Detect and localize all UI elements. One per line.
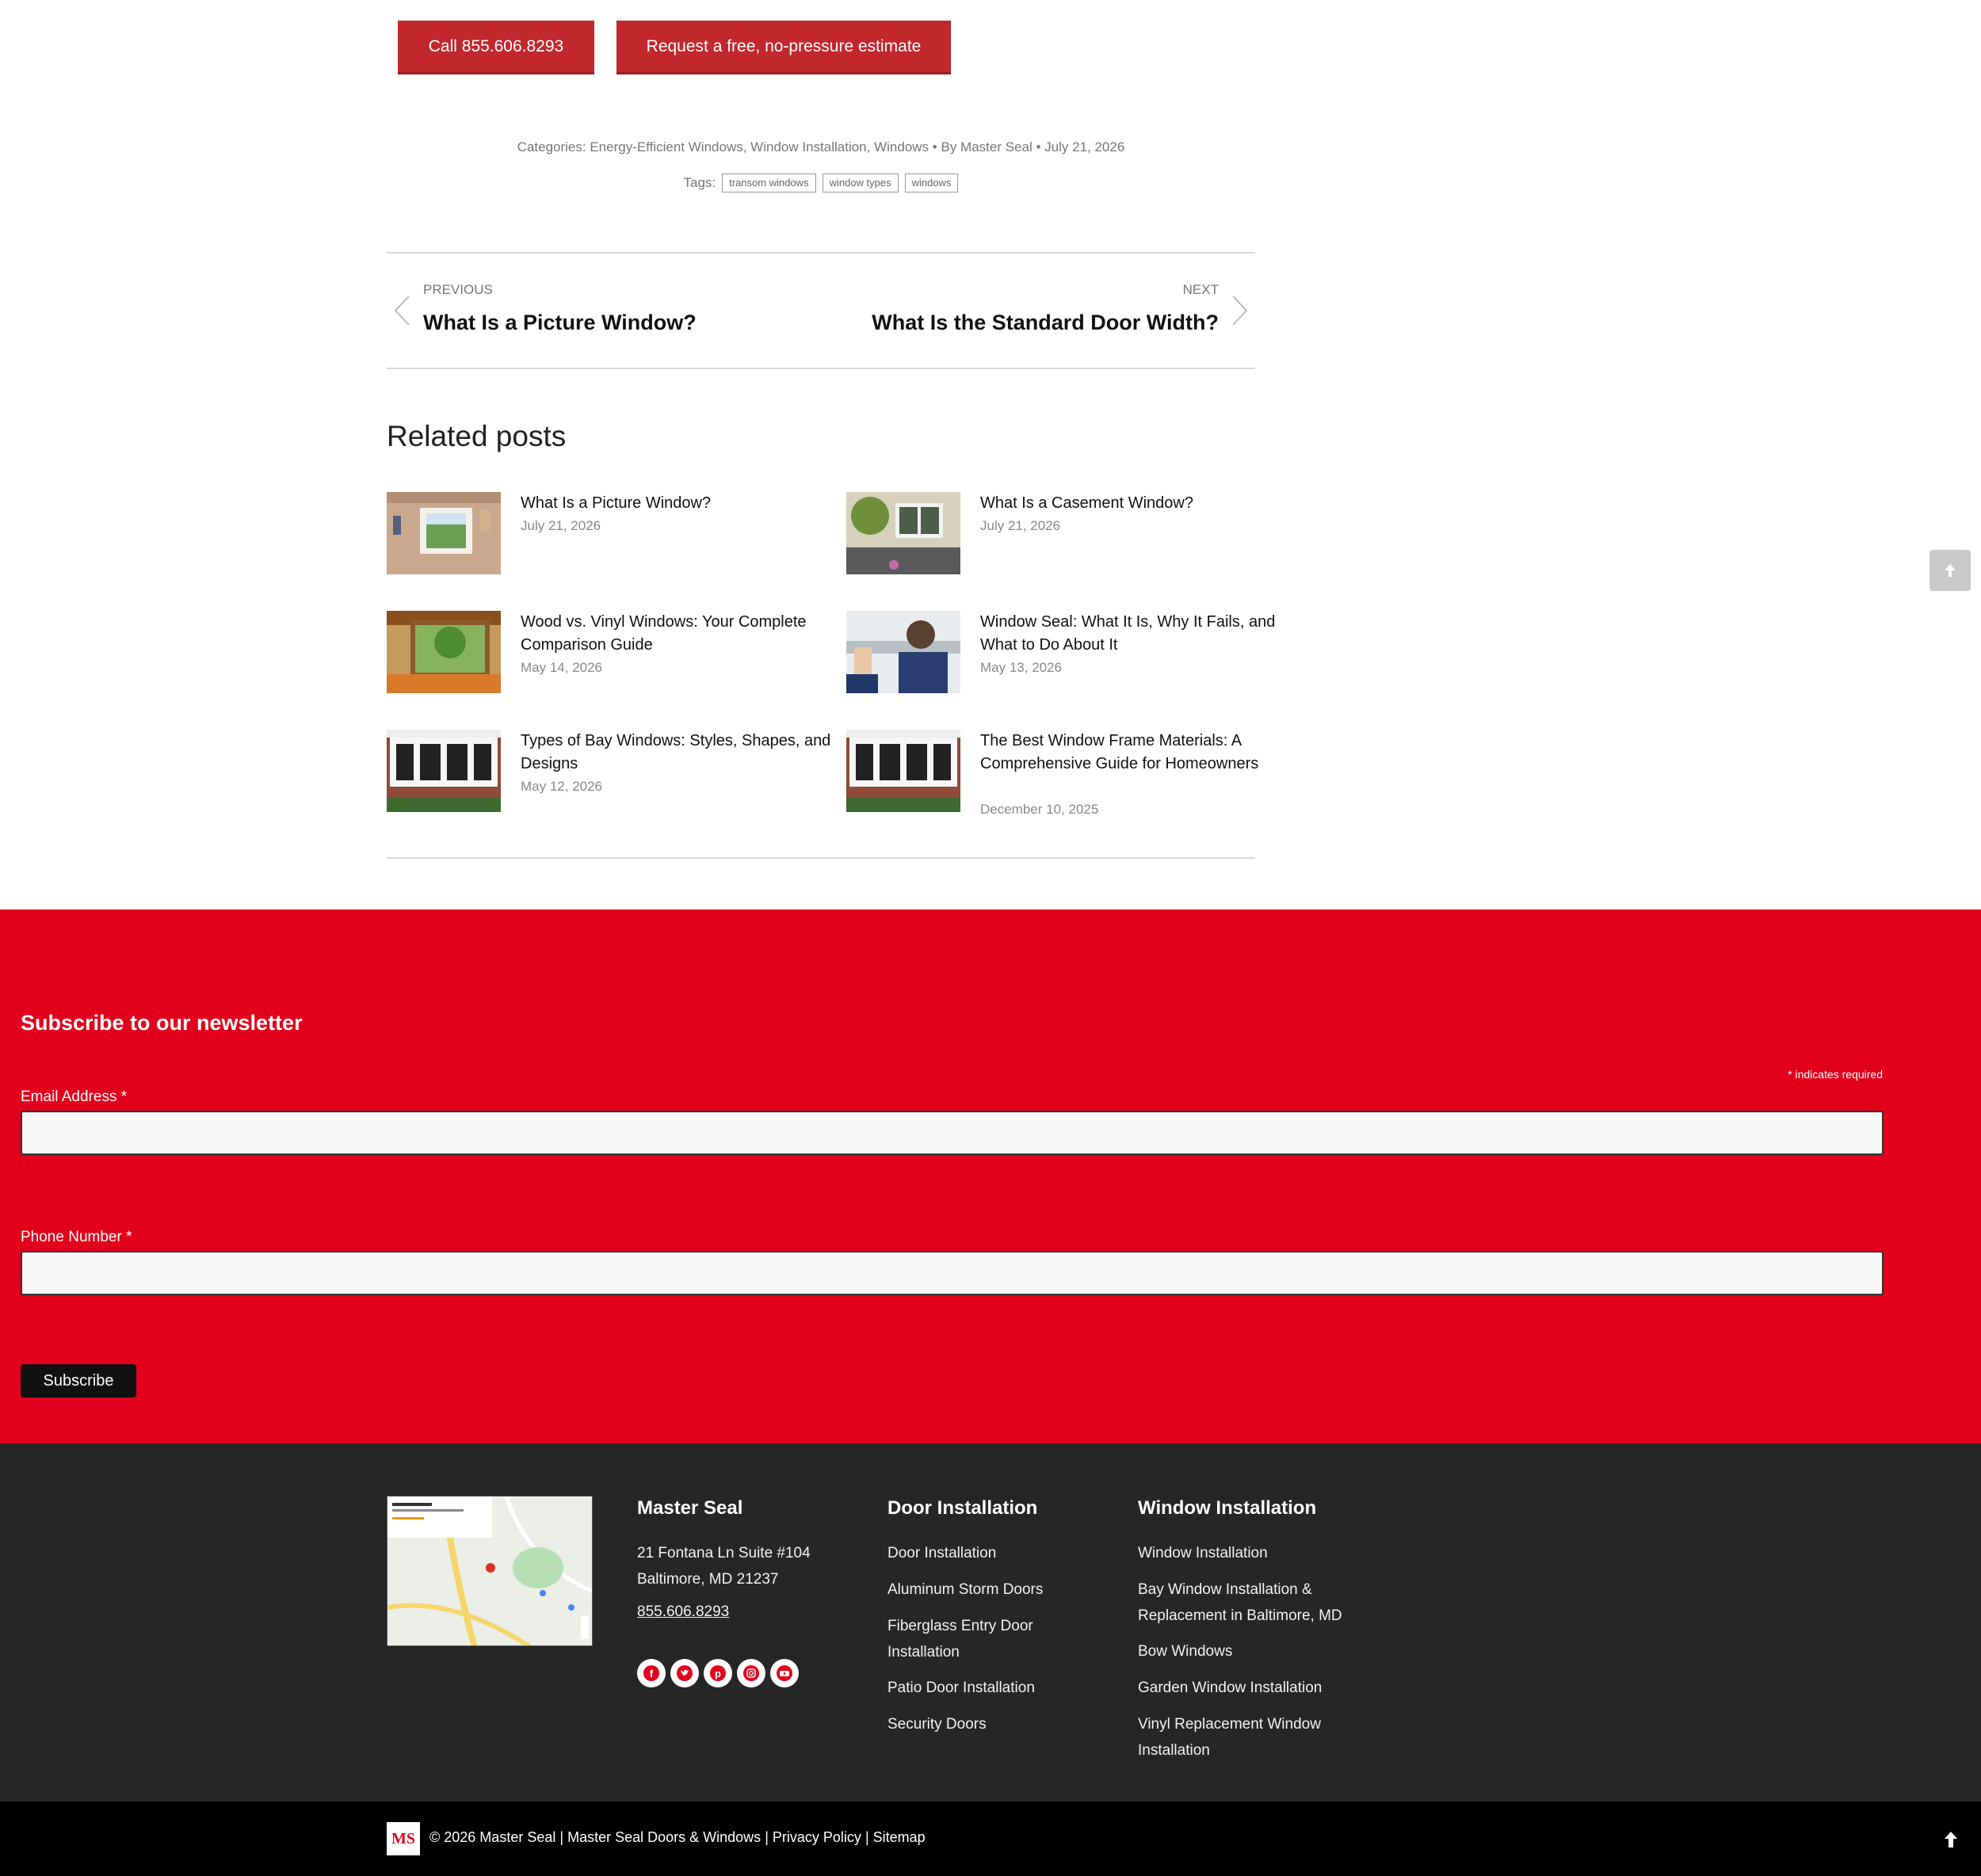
post-thumbnail[interactable] <box>387 611 501 693</box>
next-post-title: What Is the Standard Door Width? <box>872 311 1219 334</box>
site-footer: Master Seal 21 Fontana Ln Suite #104 Bal… <box>0 1443 1981 1802</box>
related-posts-heading: Related posts <box>387 420 567 452</box>
tags-label: Tags: <box>683 175 716 190</box>
footer-link[interactable]: Bay Window Installation & Replacement in… <box>1138 1577 1368 1629</box>
logo[interactable]: MS <box>387 1822 420 1855</box>
estimate-button[interactable]: Request a free, no-pressure estimate <box>616 21 951 74</box>
related-post-title[interactable]: Types of Bay Windows: Styles, Shapes, an… <box>521 730 838 776</box>
email-label: Email Address * <box>21 1089 128 1105</box>
window-installation-heading: Window Installation <box>1138 1497 1317 1519</box>
post-meta: Categories: Energy-Efficient Windows, Wi… <box>517 139 1125 154</box>
post-thumbnail[interactable] <box>387 492 501 574</box>
arrow-up-icon <box>1945 564 1956 577</box>
footer-link[interactable]: Aluminum Storm Doors <box>887 1577 1125 1603</box>
author-link[interactable]: By Master Seal <box>941 139 1032 154</box>
related-post-date: July 21, 2026 <box>521 518 601 533</box>
previous-post-link[interactable]: PREVIOUS What Is a Picture Window? <box>387 261 799 357</box>
footer-phone-link[interactable]: 855.606.8293 <box>637 1599 729 1625</box>
category-link[interactable]: Energy-Efficient Windows <box>590 139 742 154</box>
location-map[interactable] <box>387 1496 593 1646</box>
newsletter-section: Subscribe to our newsletter * indicates … <box>0 909 1981 1443</box>
chevron-right-icon <box>1232 296 1248 326</box>
newsletter-title: Subscribe to our newsletter <box>21 1011 303 1035</box>
next-label: NEXT <box>1182 282 1219 297</box>
footer-link[interactable]: Door Installation <box>887 1540 1125 1566</box>
post-thumbnail[interactable] <box>387 730 501 812</box>
footer-link[interactable]: Patio Door Installation <box>887 1675 1125 1701</box>
related-post-date: December 10, 2025 <box>980 802 1099 817</box>
required-note: * indicates required <box>1788 1068 1883 1081</box>
category-link[interactable]: Window Installation <box>750 139 866 154</box>
arrow-up-icon[interactable] <box>1941 1830 1960 1849</box>
phone-label: Phone Number * <box>21 1229 132 1245</box>
tag-link[interactable]: window types <box>822 173 899 193</box>
post-date[interactable]: July 21, 2026 <box>1044 139 1124 154</box>
copyright-text: © 2026 Master Seal | Master Seal Doors &… <box>429 1829 926 1845</box>
category-link[interactable]: Windows <box>874 139 929 154</box>
divider <box>387 252 1255 254</box>
door-installation-heading: Door Installation <box>887 1497 1038 1519</box>
divider <box>387 368 1255 369</box>
related-post-title[interactable]: What Is a Casement Window? <box>980 492 1297 515</box>
facebook-icon[interactable]: f <box>637 1659 666 1687</box>
related-post-title[interactable]: The Best Window Frame Materials: A Compr… <box>980 730 1297 776</box>
social-links: f p <box>637 1659 799 1687</box>
footer-link[interactable]: Fiberglass Entry Door Installation <box>887 1613 1070 1665</box>
bottom-bar: MS © 2026 Master Seal | Master Seal Door… <box>0 1802 1981 1876</box>
call-button[interactable]: Call 855.606.8293 <box>398 21 594 74</box>
company-address: 21 Fontana Ln Suite #104 Baltimore, MD 2… <box>637 1545 811 1588</box>
email-field[interactable] <box>21 1111 1884 1155</box>
sitemap-link[interactable]: Sitemap <box>873 1829 926 1845</box>
previous-post-title: What Is a Picture Window? <box>423 311 697 334</box>
post-thumbnail[interactable] <box>846 611 960 693</box>
subscribe-button[interactable]: Subscribe <box>21 1364 136 1397</box>
related-post-title[interactable]: Wood vs. Vinyl Windows: Your Complete Co… <box>521 611 838 657</box>
footer-home-link[interactable]: Master Seal Doors & Windows <box>567 1829 761 1845</box>
privacy-policy-link[interactable]: Privacy Policy <box>773 1829 861 1845</box>
post-tags: Tags: transom windows window types windo… <box>0 173 1642 193</box>
post-thumbnail[interactable] <box>846 730 960 812</box>
next-post-link[interactable]: NEXT What Is the Standard Door Width? <box>840 261 1255 357</box>
divider <box>387 857 1255 859</box>
svg-text:f: f <box>650 1668 654 1680</box>
tag-link[interactable]: transom windows <box>722 173 816 193</box>
pinterest-icon[interactable]: p <box>704 1659 732 1687</box>
tag-link[interactable]: windows <box>904 173 959 193</box>
related-post-date: July 21, 2026 <box>980 518 1061 533</box>
youtube-icon[interactable] <box>770 1659 799 1687</box>
company-heading: Master Seal <box>637 1497 743 1519</box>
related-post-title[interactable]: Window Seal: What It Is, Why It Fails, a… <box>980 611 1297 657</box>
svg-text:p: p <box>715 1668 721 1680</box>
scroll-top-button[interactable] <box>1929 550 1971 591</box>
footer-link[interactable]: Security Doors <box>887 1711 1125 1737</box>
phone-field[interactable] <box>21 1251 1884 1295</box>
categories-prefix: Categories: <box>517 139 586 154</box>
related-post-date: May 14, 2026 <box>521 660 603 675</box>
chevron-left-icon <box>394 296 410 326</box>
footer-link[interactable]: Bow Windows <box>1138 1638 1376 1664</box>
related-post-date: May 12, 2026 <box>521 779 603 794</box>
related-post-title[interactable]: What Is a Picture Window? <box>521 492 838 515</box>
previous-label: PREVIOUS <box>423 282 493 297</box>
footer-link[interactable]: Garden Window Installation <box>1138 1675 1376 1701</box>
instagram-icon[interactable] <box>737 1659 765 1687</box>
post-thumbnail[interactable] <box>846 492 960 574</box>
twitter-icon[interactable] <box>670 1659 699 1687</box>
footer-link[interactable]: Window Installation <box>1138 1540 1376 1566</box>
related-post-date: May 13, 2026 <box>980 660 1063 675</box>
footer-link[interactable]: Vinyl Replacement Window Installation <box>1138 1711 1344 1764</box>
